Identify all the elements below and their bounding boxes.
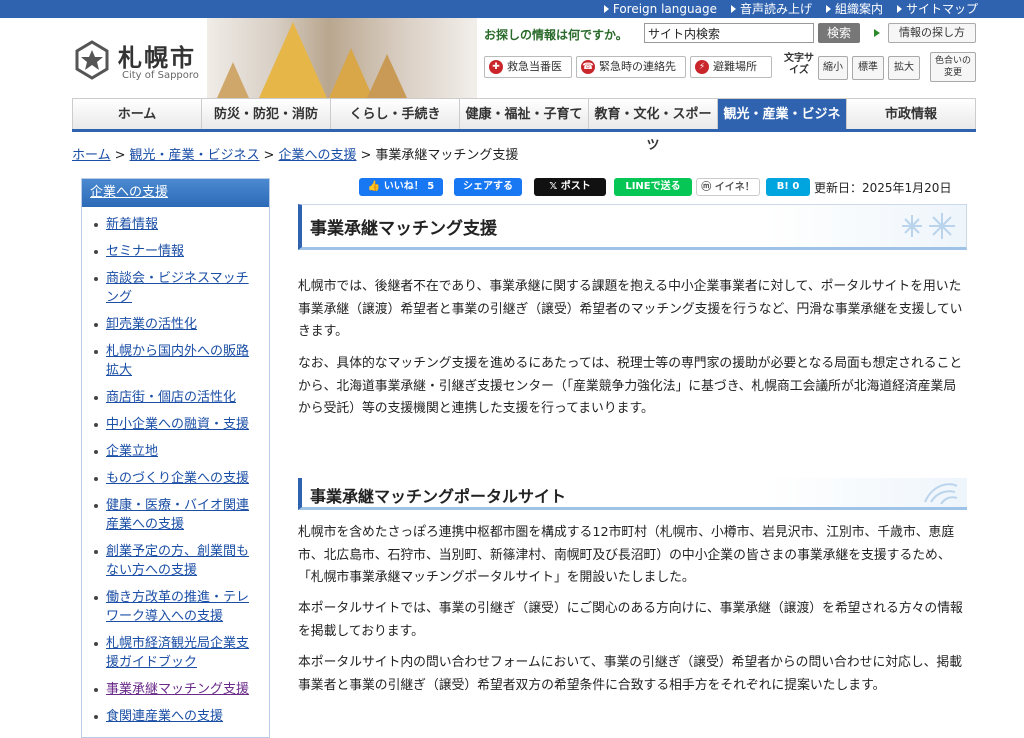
breadcrumb-current: 事業承継マッチング支援 [375,148,519,163]
portal-paragraph-3: 本ポータルサイト内の問い合わせフォームにおいて、事業の引継ぎ（譲受）希望者からの… [298,655,963,693]
search-button[interactable]: 検索 [818,23,860,43]
breadcrumb-tourism-link[interactable]: 観光・産業・ビジネス [130,148,260,163]
foreign-language-link[interactable]: Foreign language [603,0,717,18]
sidebar-item-business-matching[interactable]: 商談会・ビジネスマッチング [92,269,259,307]
city-emblem-icon [75,40,109,80]
sidebar-item-startup[interactable]: 創業予定の方、創業間もない方への支援 [92,542,259,580]
sidebar-item-bio[interactable]: 健康・医療・バイオ関連産業への支援 [92,496,259,534]
snowflake-icon [902,213,955,239]
text-size-small-button[interactable]: 縮小 [818,56,848,80]
color-change-button[interactable]: 色合いの変更 [930,52,976,82]
arrow-icon [825,5,831,13]
intro-paragraph-2: なお、具体的なマッチング支援を進めるにあたっては、税理士等の専門家の援助が必要と… [298,356,963,416]
arrow-icon [603,5,609,13]
sidebar-heading[interactable]: 企業への支援 [82,179,269,207]
portal-paragraph-2: 本ポータルサイトでは、事業の引継ぎ（譲受）にご関心のある方向けに、事業承継（譲渡… [298,601,963,639]
facebook-like-button[interactable]: 👍 いいね！ 5 [359,178,443,196]
mixi-icon: ⓜ [701,182,715,193]
section-heading-box: 事業承継マッチングポータルサイト [298,478,967,510]
arrow-icon [730,5,736,13]
section-heading: 事業承継マッチングポータルサイト [310,487,567,506]
mixi-like-button[interactable]: ⓜ イイネ！ [696,178,760,196]
sidebar: 企業への支援 新着情報 セミナー情報 商談会・ビジネスマッチング 卸売業の活性化… [81,178,270,738]
text-size-large-button[interactable]: 拡大 [888,56,920,80]
sidebar-item-shopping-street[interactable]: 商店街・個店の活性化 [92,388,259,407]
breadcrumb-separator: > [114,148,126,163]
find-info-button[interactable]: 情報の探し方 [888,23,976,43]
tree-shape [217,62,249,98]
sidebar-item-manufacturing[interactable]: ものづくり企業への支援 [92,469,259,488]
intro-paragraph: 札幌市では、後継者不在であり、事業承継に関する課題を抱える中小企業事業者に対して… [298,279,963,339]
read-aloud-link[interactable]: 音声読み上げ [730,0,812,18]
sidebar-item-market-expansion[interactable]: 札幌から国内外への販路拡大 [92,342,259,380]
logo-subtitle: City of Sapporo [122,70,199,81]
sidebar-item-wholesale[interactable]: 卸売業の活性化 [92,315,259,334]
page-title-box: 事業承継マッチング支援 [298,204,967,250]
portal-paragraph: 札幌市を含めたさっぽろ連携中枢都市圏を構成する12市町村（札幌市、小樽市、岩見沢… [298,525,955,585]
breadcrumb-home-link[interactable]: ホーム [72,148,111,163]
site-logo[interactable]: 札幌市 City of Sapporo [72,38,212,84]
sidebar-item-guidebook[interactable]: 札幌市経済観光局企業支援ガイドブック [92,634,259,672]
emergency-doctor-button[interactable]: ✚ 救急当番医 [484,56,572,78]
text-size-label: 文字サイズ [784,53,814,76]
breadcrumb-support-link[interactable]: 企業への支援 [278,148,356,163]
nav-health-welfare[interactable]: 健康・福祉・子育て [460,99,589,129]
organization-link[interactable]: 組織案内 [825,0,883,18]
nav-education-culture[interactable]: 教育・文化・スポーツ [589,99,718,153]
lightning-icon: ⚡ [695,60,709,74]
sitemap-link[interactable]: サイトマップ [896,0,978,18]
utility-links: Foreign language 音声読み上げ 組織案内 サイトマップ [590,0,978,18]
evacuation-site-button[interactable]: ⚡ 避難場所 [690,56,772,78]
nav-home[interactable]: ホーム [72,99,202,129]
breadcrumb-separator: > [360,148,372,163]
page-title: 事業承継マッチング支援 [310,219,497,239]
x-post-button[interactable]: 𝕏 ポスト [534,178,606,196]
x-icon: 𝕏 [549,181,561,192]
sidebar-item-seminar[interactable]: セミナー情報 [92,242,259,261]
arrow-icon [896,5,902,13]
medical-icon: ✚ [489,60,503,74]
tree-shape [259,22,327,98]
search-label: お探しの情報は何ですか。 [484,28,628,42]
decoration-icon [924,483,958,505]
tree-shape [367,54,407,98]
sidebar-item-succession[interactable]: 事業承継マッチング支援 [92,680,259,699]
thumbs-up-icon: 👍 [367,181,384,192]
nav-living-procedures[interactable]: くらし・手続き [331,99,460,129]
sidebar-item-telework[interactable]: 働き方改革の推進・テレワーク導入への支援 [92,588,259,626]
logo-name: 札幌市 [118,44,196,72]
sidebar-item-location[interactable]: 企業立地 [92,442,259,461]
text-size-normal-button[interactable]: 標準 [852,56,884,80]
updated-date: 更新日：2025年1月20日 [814,181,952,195]
global-nav: ホーム 防災・防犯・消防 くらし・手続き 健康・福祉・子育て 教育・文化・スポー… [72,98,976,153]
hatena-bookmark-button[interactable]: B! 0 [766,178,810,196]
site-header: 札幌市 City of Sapporo お探しの情報は何ですか。 検索 情報の探… [0,18,1024,98]
facebook-share-button[interactable]: シェアする [454,178,522,196]
line-share-button[interactable]: LINEで送る [614,178,692,196]
header-banner-image [207,18,477,98]
breadcrumb-separator: > [263,148,275,163]
sidebar-item-news[interactable]: 新着情報 [92,215,259,234]
phone-icon: ☎ [581,60,595,74]
sidebar-item-sme-finance[interactable]: 中小企業への融資・支援 [92,415,259,434]
sidebar-item-food[interactable]: 食関連産業への支援 [92,707,259,726]
nav-disaster-prevention[interactable]: 防災・防犯・消防 [202,99,331,129]
sidebar-list: 新着情報 セミナー情報 商談会・ビジネスマッチング 卸売業の活性化 札幌から国内… [82,207,269,726]
site-search-input[interactable] [644,23,814,43]
nav-city-info[interactable]: 市政情報 [847,99,976,129]
emergency-contact-button[interactable]: ☎ 緊急時の連絡先 [576,56,686,78]
nav-tourism-business[interactable]: 観光・産業・ビジネス [718,99,847,153]
utility-bar: Foreign language 音声読み上げ 組織案内 サイトマップ [0,0,1024,18]
breadcrumb: ホーム > 観光・産業・ビジネス > 企業への支援 > 事業承継マッチング支援 [72,144,518,163]
arrow-icon [874,29,880,37]
